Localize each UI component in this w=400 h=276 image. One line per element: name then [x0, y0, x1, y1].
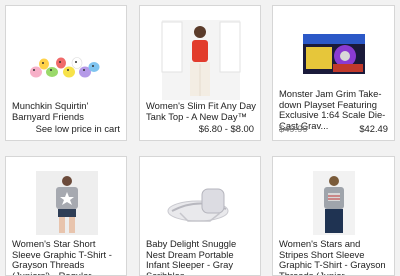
sale-price: $42.49 [359, 123, 388, 134]
product-title[interactable]: Munchkin Squirtin' Barnyard Friends [12, 100, 122, 122]
product-title[interactable]: Women's Stars and Stripes Short Sleeve G… [279, 238, 390, 275]
product-card[interactable]: Munchkin Squirtin' Barnyard Friends See … [5, 5, 127, 141]
product-image-bath-toys[interactable] [6, 12, 126, 100]
product-image-playset[interactable] [273, 12, 394, 100]
product-card[interactable]: Baby Delight Snuggle Nest Dream Portable… [139, 156, 261, 276]
product-image-tank-top[interactable] [140, 12, 260, 100]
product-card[interactable]: Monster Jam Grim Take-down Playset Featu… [272, 5, 395, 141]
product-title[interactable]: Baby Delight Snuggle Nest Dream Portable… [146, 238, 256, 275]
price-row: $49.99 $42.49 [279, 123, 388, 134]
product-title[interactable]: Women's Slim Fit Any Day Tank Top - A Ne… [146, 100, 256, 122]
product-title[interactable]: Women's Star Short Sleeve Graphic T-Shir… [12, 238, 122, 275]
product-card[interactable]: Women's Stars and Stripes Short Sleeve G… [272, 156, 395, 276]
price-note: See low price in cart [35, 123, 120, 134]
original-price: $49.99 [279, 123, 308, 134]
product-card[interactable]: Women's Star Short Sleeve Graphic T-Shir… [5, 156, 127, 276]
price: $6.80 - $8.00 [198, 123, 254, 134]
product-card[interactable]: Women's Slim Fit Any Day Tank Top - A Ne… [139, 5, 261, 141]
